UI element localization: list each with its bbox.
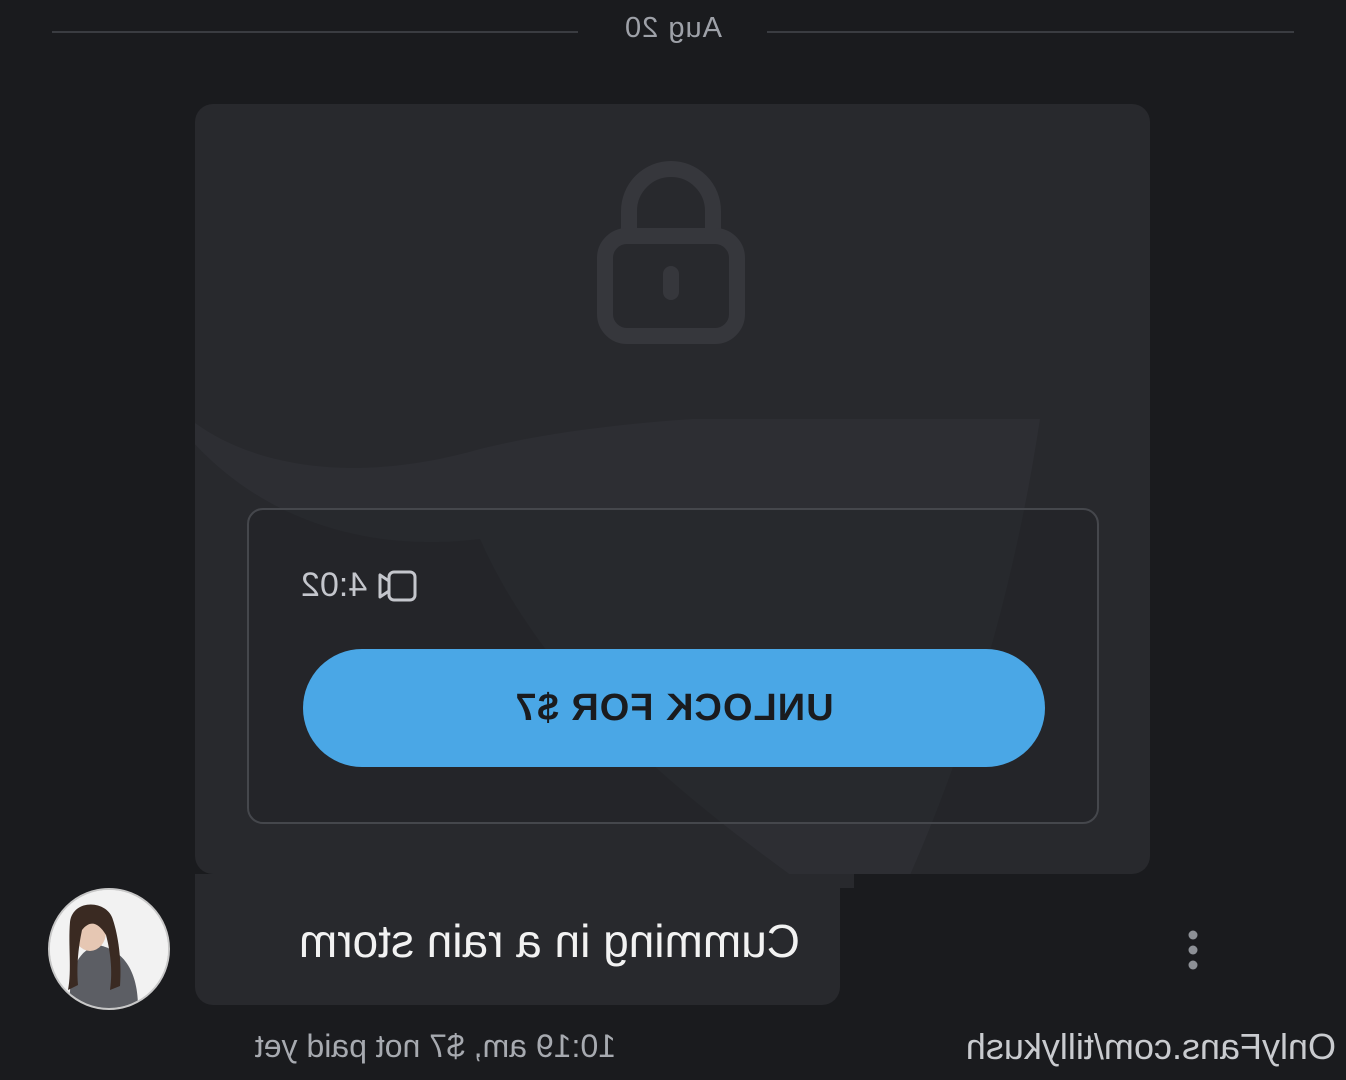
date-separator: Aug 20 xyxy=(0,0,1346,64)
media-duration: 4:02 xyxy=(301,566,417,605)
chat-view: Aug 20 4:02 UNLOCK FOR $7 Cumming in a r… xyxy=(0,0,1346,1080)
date-divider-left xyxy=(767,31,1294,33)
more-vertical-icon[interactable] xyxy=(1183,928,1203,972)
avatar-image xyxy=(50,890,168,1008)
bubble-notch xyxy=(840,874,854,888)
unlock-button[interactable]: UNLOCK FOR $7 xyxy=(303,649,1045,767)
lock-icon xyxy=(597,161,745,344)
locked-media-card[interactable]: 4:02 UNLOCK FOR $7 xyxy=(195,104,1150,874)
duration-text: 4:02 xyxy=(301,566,368,604)
date-label: Aug 20 xyxy=(624,12,722,44)
date-divider-right xyxy=(52,31,578,33)
video-camera-icon xyxy=(378,570,417,601)
message-text: Cumming in a rain storm xyxy=(298,915,800,967)
unlock-panel: 4:02 UNLOCK FOR $7 xyxy=(247,508,1099,824)
avatar[interactable] xyxy=(48,888,170,1010)
watermark-text: OnlyFans.com/tillykush xyxy=(965,1026,1336,1067)
message-meta: 10:19 am, $7 not paid yet xyxy=(254,1028,616,1064)
message-bubble: Cumming in a rain storm xyxy=(195,874,854,1005)
